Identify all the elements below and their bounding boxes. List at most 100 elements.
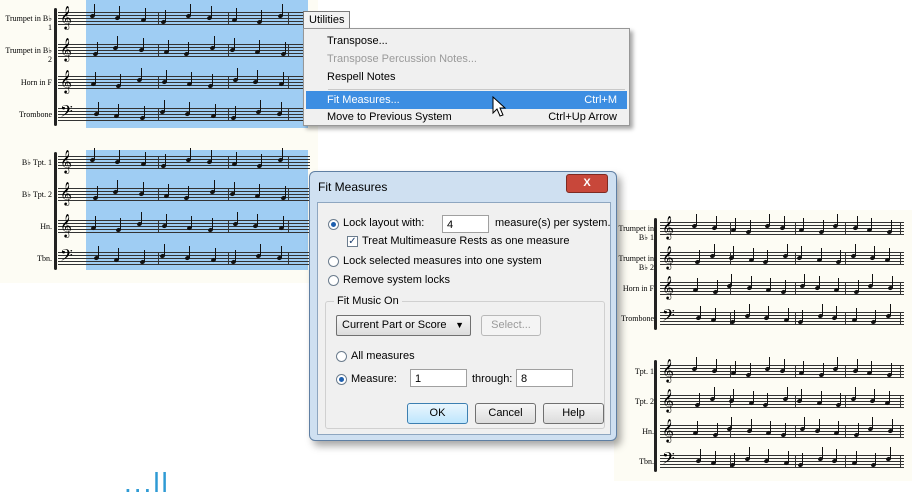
note-stem	[259, 40, 261, 52]
bass-clef-icon: 𝄢	[60, 245, 73, 269]
barline	[288, 188, 289, 201]
note-stem	[786, 244, 788, 256]
barline	[900, 395, 901, 408]
note-stem	[821, 447, 823, 459]
instrument-label: B♭ Tpt. 1	[21, 158, 52, 167]
note-stem	[699, 393, 700, 405]
staff: 𝄞	[58, 68, 310, 91]
note-stem	[188, 42, 190, 54]
note-stem	[716, 423, 718, 435]
menu-item-move-previous-system[interactable]: Move to Previous System Ctrl+Up Arrow	[306, 108, 627, 126]
note-stem	[836, 449, 837, 461]
right-score: 𝄞 Trumpet in B♭ 1 𝄞 Trumpet in B♭ 2 𝄞 Horn in…	[614, 210, 912, 481]
barline	[845, 425, 846, 438]
cancel-button[interactable]: Cancel	[475, 403, 536, 424]
note-stem	[211, 74, 213, 86]
barline	[845, 282, 846, 295]
note-stem	[784, 280, 786, 292]
lock-layout-radio[interactable]	[328, 219, 339, 230]
instrument-label: Horn in F	[20, 78, 52, 87]
note-stem	[165, 154, 166, 166]
note-stem	[838, 421, 839, 433]
note-stem	[143, 250, 145, 262]
note-stem	[734, 310, 735, 322]
staff-line	[58, 24, 310, 25]
instrument-label: Hn.	[642, 427, 654, 436]
ok-button[interactable]: OK	[407, 403, 468, 424]
instrument-label: Tpt. 2	[634, 397, 654, 406]
staff-line	[58, 18, 310, 19]
note-stem	[118, 104, 120, 116]
note-stem	[140, 212, 142, 224]
menu-item-respell-notes[interactable]: Respell Notes	[306, 68, 627, 86]
lock-layout-label: Lock layout with:	[343, 217, 425, 229]
bass-clef-icon: 𝄢	[662, 305, 675, 329]
barline	[845, 455, 846, 468]
note-stem	[752, 391, 754, 403]
barline	[795, 312, 796, 325]
bass-clef-icon: 𝄢	[60, 101, 73, 125]
note-stem	[213, 180, 215, 192]
note-stem	[259, 184, 261, 196]
staff: 𝄞	[660, 387, 904, 410]
utilities-menu-button[interactable]: Utilities	[303, 11, 351, 29]
note-stem	[210, 6, 212, 18]
barline	[900, 312, 901, 325]
staff-line	[58, 156, 310, 157]
note-stem	[837, 357, 838, 369]
note-stem	[214, 248, 216, 260]
note-stem	[856, 359, 858, 371]
all-measures-radio[interactable]	[336, 351, 347, 362]
note-stem	[802, 310, 803, 322]
note-stem	[769, 357, 770, 369]
note-stem	[784, 423, 786, 435]
treat-multirest-checkbox[interactable]: ✓	[347, 236, 358, 247]
note-stem	[284, 186, 286, 198]
dialog-title: Fit Measures	[318, 180, 388, 194]
staff-line	[58, 159, 310, 160]
barline	[845, 365, 846, 378]
mouse-pointer-icon	[492, 96, 507, 117]
barline	[900, 222, 901, 235]
note-stem	[783, 216, 785, 228]
note-stem	[731, 417, 732, 429]
remove-locks-radio[interactable]	[328, 275, 339, 286]
staff-line	[660, 377, 904, 378]
help-button[interactable]: Help	[543, 403, 604, 424]
note-stem	[168, 184, 169, 196]
staff-line	[58, 120, 310, 121]
measure-from-input[interactable]: 1	[410, 369, 467, 387]
remove-locks-label: Remove system locks	[343, 274, 450, 286]
note-stem	[731, 274, 732, 286]
note-stem	[165, 10, 166, 22]
measure-to-input[interactable]: 8	[516, 369, 573, 387]
staff-line	[660, 467, 904, 468]
staff: 𝄞	[58, 180, 310, 203]
staff: 𝄞	[660, 244, 904, 267]
staff-line	[58, 191, 310, 192]
measures-per-system-input[interactable]: 4	[442, 215, 489, 233]
note-stem	[261, 10, 263, 22]
note-stem	[117, 36, 119, 48]
close-icon[interactable]: X	[566, 174, 608, 193]
menu-item-fit-measures[interactable]: Fit Measures... Ctrl+M	[306, 91, 627, 109]
staff: 𝄞	[660, 417, 904, 440]
barline	[795, 222, 796, 235]
note-stem	[144, 8, 146, 20]
staff-line	[58, 15, 310, 16]
barline	[795, 395, 796, 408]
note-stem	[770, 278, 771, 290]
note-stem	[257, 214, 259, 226]
staff-line	[58, 165, 310, 166]
barline	[228, 44, 229, 57]
measure-range-radio[interactable]	[336, 374, 347, 385]
lock-selected-radio[interactable]	[328, 256, 339, 267]
menu-item-transpose[interactable]: Transpose...	[306, 32, 627, 50]
note-stem	[282, 216, 284, 228]
barline	[158, 252, 159, 265]
scope-select[interactable]: Current Part or Score ▼	[336, 315, 471, 336]
treble-clef-icon: 𝄞	[662, 245, 674, 269]
note-stem	[189, 102, 191, 114]
note-stem	[191, 72, 193, 84]
fit-music-on-title: Fit Music On	[334, 295, 402, 307]
